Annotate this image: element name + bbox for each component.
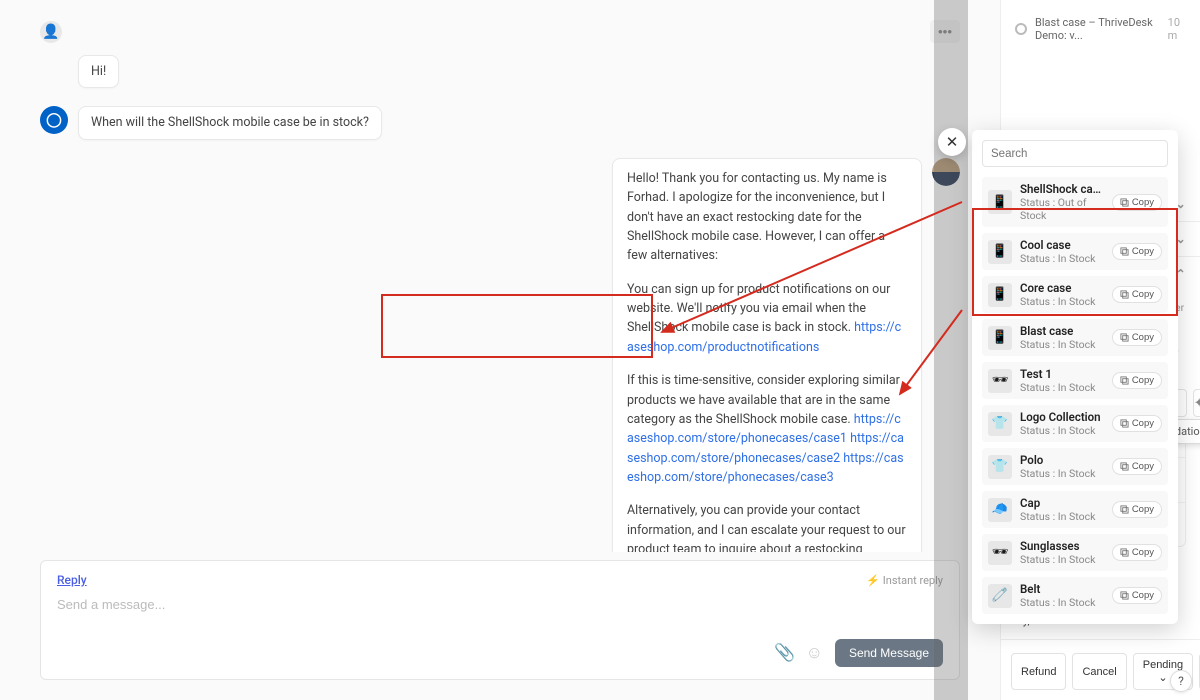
product-row[interactable]: 👕 Polo Status : In Stock Copy <box>982 448 1168 485</box>
product-search-input[interactable] <box>991 148 1159 160</box>
product-status: Status : In Stock <box>1020 467 1104 480</box>
product-status: Status : In Stock <box>1020 510 1104 523</box>
product-row[interactable]: 🕶 Test 1 Status : In Stock Copy <box>982 362 1168 399</box>
product-recommendation-popover: ✕ 📱 ShellShock case Status : Out of Stoc… <box>972 130 1178 624</box>
time-ago: 10 m <box>1168 16 1186 42</box>
copy-button[interactable]: Copy <box>1112 329 1162 346</box>
product-status: Status : Out of Stock <box>1020 196 1104 222</box>
reply-link[interactable]: Reply <box>57 573 87 587</box>
compose-box: Reply ⚡ Instant reply 📎 ☺ Send Message <box>40 560 960 680</box>
product-row[interactable]: 📱 ShellShock case Status : Out of Stock … <box>982 177 1168 227</box>
refund-button[interactable]: Refund <box>1011 653 1066 690</box>
product-status: Status : In Stock <box>1020 596 1104 609</box>
customer-message: Hi! <box>78 55 119 88</box>
copy-button[interactable]: Copy <box>1112 587 1162 604</box>
copy-button[interactable]: Copy <box>1112 501 1162 518</box>
product-name: Polo <box>1020 453 1104 467</box>
send-button[interactable]: Send Message <box>835 639 943 667</box>
product-name: Cool case <box>1020 238 1104 252</box>
copy-button[interactable]: Copy <box>1112 286 1162 303</box>
copy-button[interactable]: Copy <box>1112 372 1162 389</box>
product-status: Status : In Stock <box>1020 252 1104 265</box>
agent-message: Hello! Thank you for contacting us. My n… <box>612 158 922 552</box>
product-image: 🕶 <box>988 541 1012 565</box>
attachment-icon[interactable]: 📎 <box>774 643 795 663</box>
product-recommendation-button[interactable]: ✦ <box>1193 389 1200 417</box>
tab-title: Blast case – ThriveDesk Demo: v... <box>1035 16 1160 42</box>
product-name: Blast case <box>1020 324 1104 338</box>
product-status: Status : In Stock <box>1020 424 1104 437</box>
message-input[interactable] <box>57 597 943 612</box>
product-name: Logo Collection <box>1020 410 1104 424</box>
customer-message: When will the ShellShock mobile case be … <box>78 106 382 139</box>
copy-button[interactable]: Copy <box>1112 194 1162 211</box>
product-row[interactable]: 📱 Blast case Status : In Stock Copy <box>982 319 1168 356</box>
product-name: Belt <box>1020 582 1104 596</box>
customer-avatar: ◯ <box>40 106 68 134</box>
product-row[interactable]: 🧷 Belt Status : In Stock Copy <box>982 577 1168 614</box>
product-name: Core case <box>1020 281 1104 295</box>
product-image: 🧷 <box>988 584 1012 608</box>
product-name: ShellShock case <box>1020 182 1104 196</box>
instant-reply-label: ⚡ Instant reply <box>866 574 943 587</box>
product-row[interactable]: 👕 Logo Collection Status : In Stock Copy <box>982 405 1168 442</box>
status-icon <box>1015 23 1027 35</box>
close-button[interactable]: ✕ <box>938 128 966 156</box>
product-image: 📱 <box>988 240 1012 264</box>
product-row[interactable]: 🕶 Sunglasses Status : In Stock Copy <box>982 534 1168 571</box>
agent-avatar <box>932 158 960 186</box>
chat-pane: 👤 ••• Hi! ◯ When will the ShellShock mob… <box>0 0 1000 700</box>
copy-button[interactable]: Copy <box>1112 458 1162 475</box>
product-status: Status : In Stock <box>1020 553 1104 566</box>
copy-button[interactable]: Copy <box>1112 243 1162 260</box>
product-status: Status : In Stock <box>1020 295 1104 308</box>
product-name: Test 1 <box>1020 367 1104 381</box>
product-image: 👕 <box>988 455 1012 479</box>
avatar: 👤 <box>40 21 62 43</box>
product-image: 🧢 <box>988 498 1012 522</box>
product-row[interactable]: 📱 Core case Status : In Stock Copy <box>982 276 1168 313</box>
emoji-icon[interactable]: ☺ <box>806 643 823 663</box>
cancel-button[interactable]: Cancel <box>1072 653 1126 690</box>
product-image: 📱 <box>988 283 1012 307</box>
product-image: 📱 <box>988 326 1012 350</box>
product-image: 👕 <box>988 412 1012 436</box>
product-name: Sunglasses <box>1020 539 1104 553</box>
product-row[interactable]: 🧢 Cap Status : In Stock Copy <box>982 491 1168 528</box>
copy-button[interactable]: Copy <box>1112 544 1162 561</box>
product-image: 📱 <box>988 190 1012 214</box>
product-image: 🕶 <box>988 369 1012 393</box>
help-icon[interactable]: ? <box>1170 670 1192 692</box>
chat-menu-button[interactable]: ••• <box>930 20 960 43</box>
copy-button[interactable]: Copy <box>1112 415 1162 432</box>
product-name: Cap <box>1020 496 1104 510</box>
product-status: Status : In Stock <box>1020 338 1104 351</box>
product-row[interactable]: 📱 Cool case Status : In Stock Copy <box>982 233 1168 270</box>
product-status: Status : In Stock <box>1020 381 1104 394</box>
